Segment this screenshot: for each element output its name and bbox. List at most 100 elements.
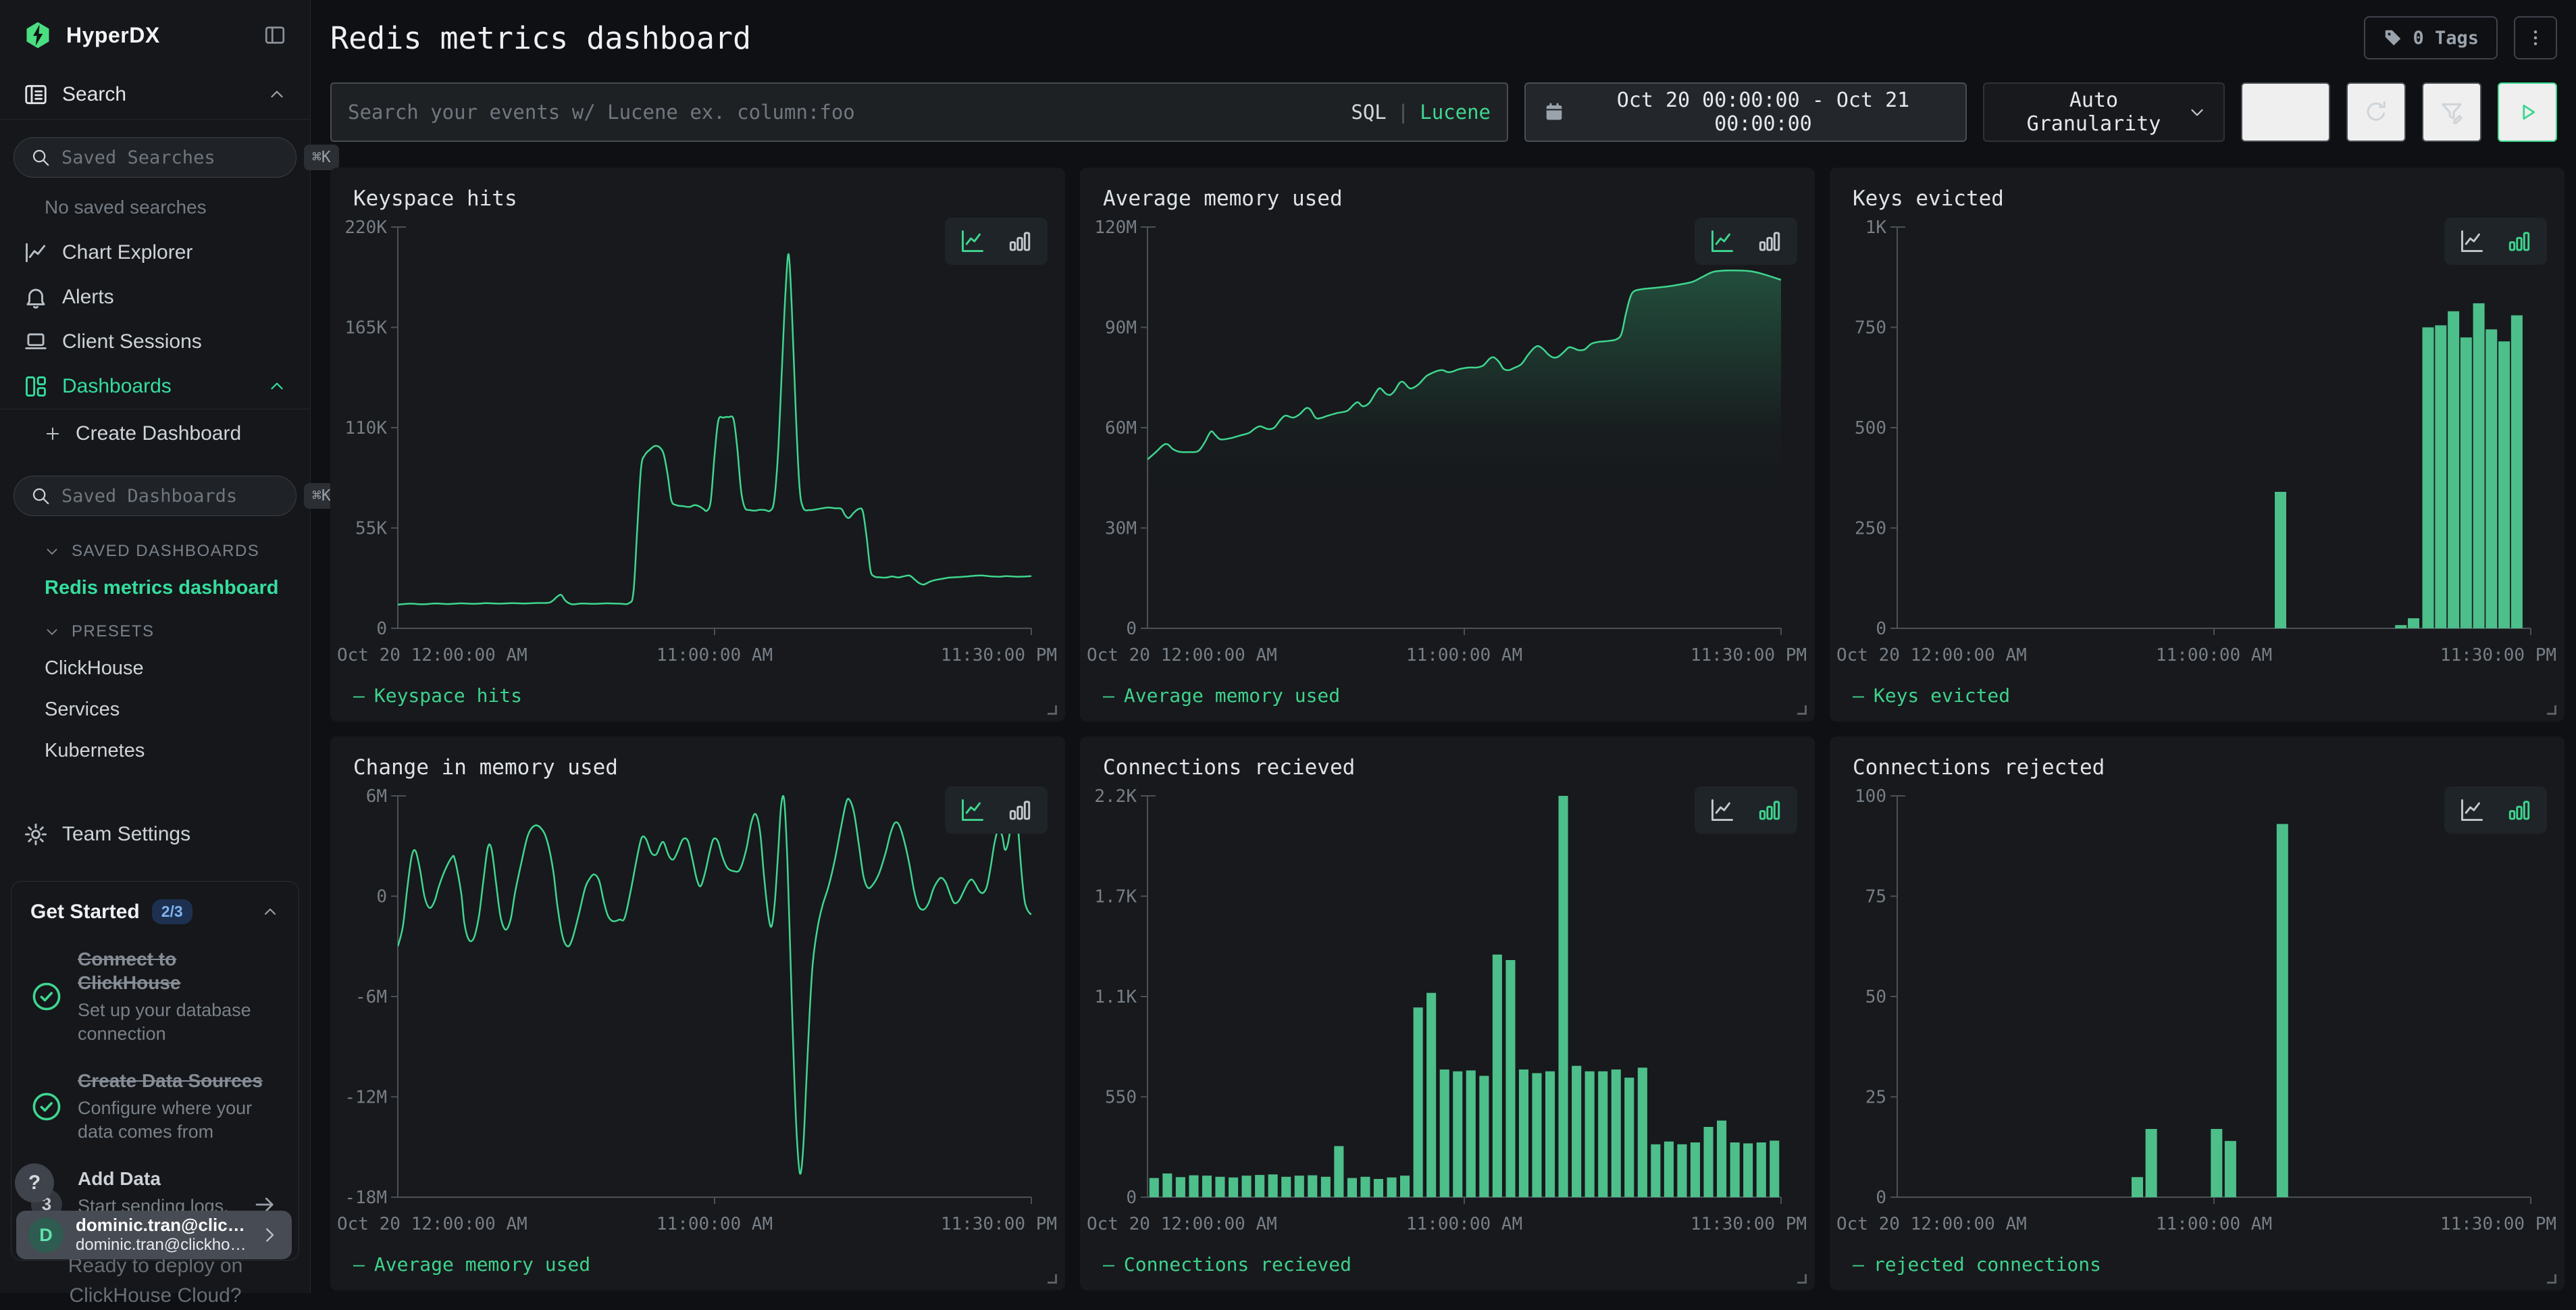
dashboards-icon	[23, 374, 49, 399]
tags-button[interactable]: 0 Tags	[2364, 16, 2498, 59]
laptop-icon	[23, 329, 49, 355]
search-icon	[30, 147, 51, 168]
sidebar-item-clickhouse-preset[interactable]: ClickHouse	[0, 648, 310, 689]
run-query-button[interactable]	[2498, 82, 2557, 142]
sidebar-item-kubernetes-preset[interactable]: Kubernetes	[0, 730, 310, 772]
chart-plot[interactable]: 6M0-6M-12M-18MOct 20 12:00:00 AM11:00:00…	[330, 778, 1065, 1251]
resize-handle[interactable]	[1797, 1274, 1807, 1284]
resize-handle[interactable]	[1797, 705, 1807, 715]
step-desc: Configure where your data comes from	[78, 1097, 280, 1144]
create-dashboard-button[interactable]: Create Dashboard	[0, 409, 310, 458]
chart-plot[interactable]: 1K7505002500Oct 20 12:00:00 AM11:00:00 A…	[1830, 209, 2565, 682]
bar-chart-icon[interactable]	[1006, 227, 1034, 255]
sidebar-item-client-sessions[interactable]: Client Sessions	[0, 320, 310, 364]
sidebar-item-label: Chart Explorer	[62, 241, 192, 264]
svg-text:0: 0	[376, 887, 387, 907]
bar-chart-icon[interactable]	[1006, 796, 1034, 824]
line-chart-icon[interactable]	[1708, 227, 1736, 255]
chart-plot[interactable]: 1007550250Oct 20 12:00:00 AM11:00:00 AM1…	[1830, 778, 2565, 1251]
presets-section-header[interactable]: PRESETS	[0, 609, 310, 648]
bar-chart-icon[interactable]	[2505, 227, 2533, 255]
chart-plot[interactable]: 120M90M60M30M0Oct 20 12:00:00 AM11:00:00…	[1080, 209, 1815, 682]
date-range-picker[interactable]: Oct 20 00:00:00 - Oct 21 00:00:00	[1524, 82, 1967, 142]
saved-dashboards-search[interactable]: ⌘K	[14, 476, 297, 516]
get-started-step-sources[interactable]: Create Data Sources Configure where your…	[30, 1069, 280, 1144]
sidebar-item-dashboards[interactable]: Dashboards	[0, 364, 310, 409]
svg-text:0: 0	[1126, 619, 1137, 639]
sql-toggle[interactable]: SQL	[1351, 101, 1386, 124]
refresh-button[interactable]	[2346, 82, 2406, 142]
svg-text:11:30:00 PM: 11:30:00 PM	[1691, 645, 1807, 665]
line-chart-icon[interactable]	[2458, 227, 2486, 255]
sidebar-item-alerts[interactable]: Alerts	[0, 275, 310, 320]
line-chart-icon[interactable]	[958, 227, 987, 255]
chart-legend: —rejected connections	[1853, 1253, 2101, 1276]
gear-icon	[23, 822, 49, 847]
chart-plot[interactable]: 2.2K1.7K1.1K5500Oct 20 12:00:00 AM11:00:…	[1080, 778, 1815, 1251]
svg-text:-6M: -6M	[355, 987, 387, 1007]
resize-handle[interactable]	[2547, 1274, 2556, 1284]
svg-text:1.7K: 1.7K	[1094, 887, 1137, 907]
bar-chart-icon[interactable]	[1755, 227, 1784, 255]
filter-edit-button[interactable]	[2422, 82, 2481, 142]
get-started-header[interactable]: Get Started 2/3	[30, 899, 280, 924]
svg-text:55K: 55K	[355, 519, 387, 539]
svg-text:11:30:00 PM: 11:30:00 PM	[2440, 1214, 2556, 1234]
resize-handle[interactable]	[2547, 705, 2556, 715]
legend-dash: —	[353, 1253, 365, 1276]
svg-text:2.2K: 2.2K	[1094, 786, 1137, 807]
saved-dashboards-input[interactable]	[61, 486, 293, 507]
chart-legend: —Keys evicted	[1853, 684, 2010, 707]
saved-dashboards-section-header[interactable]: SAVED DASHBOARDS	[0, 528, 310, 568]
chart-title: Change in memory used	[353, 755, 618, 780]
resize-handle[interactable]	[1048, 705, 1057, 715]
bell-icon	[23, 284, 49, 310]
get-started-step-connect[interactable]: Connect to ClickHouse Set up your databa…	[30, 947, 280, 1046]
svg-text:11:00:00 AM: 11:00:00 AM	[2156, 1214, 2272, 1234]
chart-title: Connections rejected	[1853, 755, 2105, 780]
sidebar-collapse-icon[interactable]	[263, 23, 287, 47]
bar-chart-icon[interactable]	[1755, 796, 1784, 824]
get-started-title: Get Started	[30, 901, 140, 924]
line-chart-icon[interactable]	[2458, 796, 2486, 824]
svg-text:6M: 6M	[366, 786, 387, 807]
sidebar-item-redis-dashboard[interactable]: Redis metrics dashboard	[0, 568, 310, 609]
dashboard-menu-button[interactable]	[2514, 16, 2557, 59]
event-search-field[interactable]: SQL | Lucene	[330, 82, 1508, 142]
chart-plot[interactable]: 220K165K110K55K0Oct 20 12:00:00 AM11:00:…	[330, 209, 1065, 682]
lucene-toggle[interactable]: Lucene	[1420, 101, 1491, 124]
chevron-right-icon	[259, 1225, 280, 1245]
saved-searches-search[interactable]: ⌘K	[14, 137, 297, 178]
progress-badge: 2/3	[152, 899, 192, 924]
divider	[0, 119, 310, 120]
svg-text:100: 100	[1855, 786, 1886, 807]
svg-text:11:30:00 PM: 11:30:00 PM	[1691, 1214, 1807, 1234]
svg-text:120M: 120M	[1094, 218, 1137, 238]
chart-grid: Keyspace hits 220K165K110K55K0Oct 20 12:…	[311, 143, 2576, 1290]
step-title: Connect to ClickHouse	[78, 947, 280, 994]
live-button[interactable]: Live	[2241, 82, 2330, 142]
line-chart-icon[interactable]	[1708, 796, 1736, 824]
sidebar-section-search[interactable]: Search	[0, 70, 310, 119]
sidebar-item-services-preset[interactable]: Services	[0, 689, 310, 730]
resize-handle[interactable]	[1048, 1274, 1057, 1284]
sidebar-item-team-settings[interactable]: Team Settings	[0, 812, 310, 857]
get-started-card: Get Started 2/3 Connect to ClickHouse Se…	[11, 881, 299, 1261]
line-chart-icon[interactable]	[958, 796, 987, 824]
sidebar-item-chart-explorer[interactable]: Chart Explorer	[0, 230, 310, 275]
svg-text:550: 550	[1105, 1088, 1137, 1108]
avatar: D	[28, 1217, 63, 1253]
saved-searches-input[interactable]	[61, 147, 293, 168]
brand-row: HyperDX	[0, 0, 310, 70]
main-content: Redis metrics dashboard 0 Tags SQL | Luc…	[311, 0, 2576, 1293]
svg-text:1K: 1K	[1865, 218, 1887, 238]
event-search-input[interactable]	[348, 101, 1351, 124]
chevron-up-icon	[267, 376, 287, 397]
bar-chart-icon[interactable]	[2505, 796, 2533, 824]
user-menu[interactable]: D dominic.tran@clic… dominic.tran@clickh…	[16, 1211, 292, 1259]
granularity-select[interactable]: Auto Granularity	[1983, 82, 2225, 142]
help-button[interactable]: ?	[15, 1163, 54, 1203]
section-header-label: PRESETS	[72, 622, 155, 641]
svg-text:110K: 110K	[344, 418, 387, 438]
hyperdx-logo-icon	[23, 20, 53, 50]
